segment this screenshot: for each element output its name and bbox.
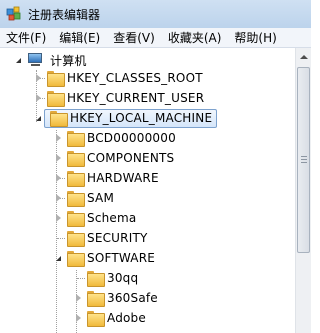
menu-view[interactable]: 查看(V)	[113, 29, 155, 46]
menu-help[interactable]: 帮助(H)	[234, 29, 276, 46]
chevron-up-icon	[300, 54, 308, 59]
expand-toggle-icon[interactable]	[52, 132, 64, 144]
folder-icon	[50, 111, 68, 127]
registry-editor-icon	[6, 6, 21, 21]
tree-node-hkey-local-machine[interactable]: HKEY_LOCAL_MACHINE	[32, 108, 218, 128]
scroll-up-button[interactable]	[296, 48, 312, 65]
folder-icon	[67, 131, 85, 147]
title-bar: 注册表编辑器	[0, 0, 311, 28]
expand-toggle-icon	[52, 232, 64, 244]
expand-toggle-icon[interactable]	[72, 312, 84, 324]
tree-node-360safe[interactable]: 360Safe	[72, 288, 158, 308]
folder-icon	[67, 151, 85, 167]
computer-icon	[27, 53, 45, 67]
tree-node-label: HKEY_CLASSES_ROOT	[67, 71, 203, 85]
tree-node-label: COMPONENTS	[87, 151, 175, 165]
tree-node-hkey-current-user[interactable]: HKEY_CURRENT_USER	[32, 88, 204, 108]
menu-bar: 文件(F) 编辑(E) 查看(V) 收藏夹(A) 帮助(H)	[0, 28, 311, 48]
expand-toggle-icon[interactable]	[32, 72, 44, 84]
tree-node-schema[interactable]: Schema	[52, 208, 136, 228]
folder-icon	[87, 311, 105, 327]
folder-icon	[67, 251, 85, 267]
tree-node-label: HARDWARE	[87, 171, 159, 185]
tree-node-label: 360Safe	[107, 291, 158, 305]
tree-node-label: Adobe	[107, 311, 146, 325]
expand-toggle-icon[interactable]	[52, 152, 64, 164]
tree-node-computer[interactable]: 计算机	[12, 50, 87, 70]
scroll-grip	[301, 159, 307, 160]
folder-icon	[67, 231, 85, 247]
menu-edit[interactable]: 编辑(E)	[59, 29, 100, 46]
tree-node-software[interactable]: SOFTWARE	[52, 248, 155, 268]
registry-tree[interactable]: 计算机 HKEY_CLASSES_ROOT HKEY_CURRENT_USER …	[0, 48, 295, 333]
expand-toggle-icon	[72, 272, 84, 284]
tree-node-label: SECURITY	[87, 231, 148, 245]
tree-node-label: BCD00000000	[87, 131, 176, 145]
tree-node-label: 30qq	[107, 271, 139, 285]
window-title: 注册表编辑器	[28, 7, 101, 22]
folder-icon	[47, 91, 65, 107]
folder-icon	[87, 291, 105, 307]
tree-node-hkey-classes-root[interactable]: HKEY_CLASSES_ROOT	[32, 68, 203, 88]
expand-toggle-icon[interactable]	[12, 54, 24, 66]
tree-node-hardware[interactable]: HARDWARE	[52, 168, 159, 188]
tree-node-adobe[interactable]: Adobe	[72, 308, 146, 328]
expand-toggle-icon[interactable]	[72, 292, 84, 304]
menu-favorites[interactable]: 收藏夹(A)	[168, 29, 222, 46]
tree-node-label: HKEY_LOCAL_MACHINE	[70, 111, 213, 125]
scroll-grip	[301, 156, 307, 157]
tree-node-components[interactable]: COMPONENTS	[52, 148, 174, 168]
tree-node-label: HKEY_CURRENT_USER	[67, 91, 205, 105]
expand-toggle-icon[interactable]	[52, 212, 64, 224]
tree-node-security[interactable]: SECURITY	[52, 228, 148, 248]
vertical-scrollbar[interactable]	[295, 48, 311, 333]
folder-icon	[67, 211, 85, 227]
tree-node-selection: HKEY_LOCAL_MACHINE	[44, 108, 218, 128]
tree-node-label: 计算机	[50, 53, 87, 68]
tree-node-bcd00000000[interactable]: BCD00000000	[52, 128, 176, 148]
scroll-grip	[301, 162, 307, 163]
folder-icon	[47, 71, 65, 87]
folder-icon	[67, 191, 85, 207]
tree-node-label: SAM	[87, 191, 115, 205]
scroll-thumb[interactable]	[297, 67, 310, 253]
expand-toggle-icon[interactable]	[32, 112, 44, 124]
tree-node-30qq[interactable]: 30qq	[72, 268, 138, 288]
expand-toggle-icon[interactable]	[52, 252, 64, 264]
folder-icon	[67, 171, 85, 187]
tree-node-label: SOFTWARE	[87, 251, 156, 265]
folder-icon	[87, 271, 105, 287]
expand-toggle-icon[interactable]	[52, 192, 64, 204]
expand-toggle-icon[interactable]	[32, 92, 44, 104]
tree-node-sam[interactable]: SAM	[52, 188, 114, 208]
tree-node-label: Schema	[87, 211, 137, 225]
expand-toggle-icon[interactable]	[52, 172, 64, 184]
menu-file[interactable]: 文件(F)	[6, 29, 46, 46]
